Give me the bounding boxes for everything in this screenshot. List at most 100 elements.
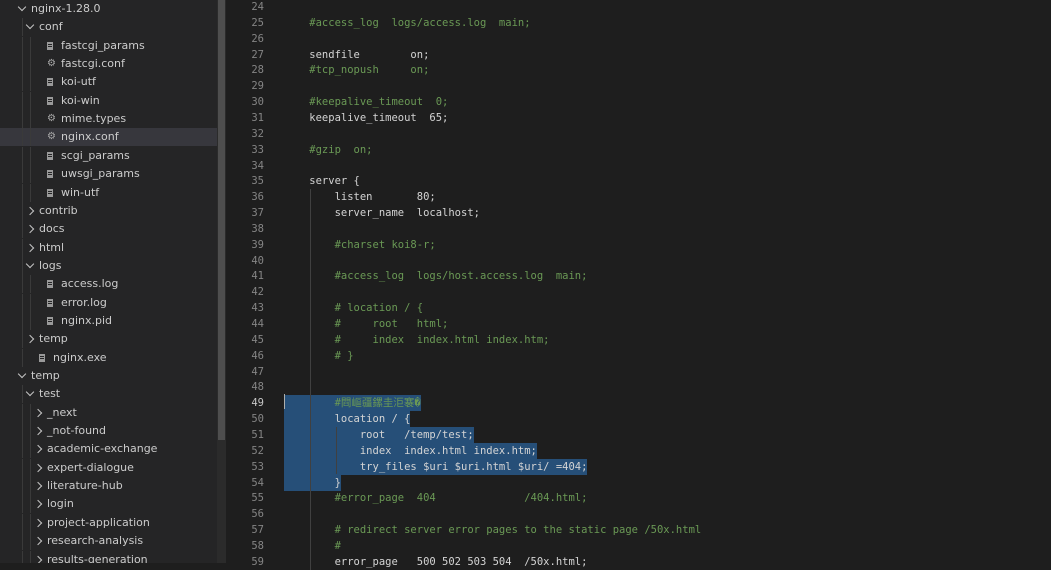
chevron-right-icon[interactable] xyxy=(25,335,35,344)
gear-icon: ⚙ xyxy=(47,131,56,143)
code-line[interactable]: #error_page 404 /404.html; xyxy=(284,490,588,506)
explorer-file[interactable]: ⚙ nginx.conf xyxy=(0,128,217,147)
explorer-file[interactable]: win-utf xyxy=(0,183,217,202)
code-line[interactable]: # redirect server error pages to the sta… xyxy=(284,522,702,538)
code-line[interactable]: #access_log logs/host.access.log main; xyxy=(284,268,588,284)
indent-guide xyxy=(30,91,31,110)
explorer-folder[interactable]: _not-found xyxy=(0,422,217,441)
indent-guide xyxy=(30,73,31,92)
code-line[interactable]: #access_log logs/access.log main; xyxy=(284,15,530,31)
line-number: 55 xyxy=(251,492,264,505)
chevron-right-icon[interactable] xyxy=(33,426,43,436)
chevron-right-icon[interactable] xyxy=(25,224,35,234)
chevron-right-icon[interactable] xyxy=(33,500,43,509)
line-number: 27 xyxy=(251,48,264,61)
indent-guide xyxy=(30,477,31,496)
explorer-folder[interactable]: login xyxy=(0,495,217,514)
explorer-file[interactable]: ⚙ fastcgi.conf xyxy=(0,55,217,74)
line-number-gutter: 24 25 26 27 28 29 30 31 32 33 34 35 36 37 38 39 40 41 42 43… xyxy=(234,0,264,568)
explorer-scrollbar-thumb[interactable] xyxy=(218,0,225,440)
code-line[interactable]: # xyxy=(284,538,341,554)
explorer-folder[interactable]: temp xyxy=(0,367,217,385)
explorer-file[interactable]: uwsgi_params xyxy=(0,165,217,184)
explorer-file[interactable]: access.log xyxy=(0,275,217,294)
line-number: 52 xyxy=(251,444,264,457)
explorer-folder[interactable]: contrib xyxy=(0,201,217,220)
selected-code-line[interactable]: #閰嶇疆鏍圭洰褰� xyxy=(284,395,421,412)
explorer-folder[interactable]: literature-hub xyxy=(0,477,217,496)
chevron-down-icon[interactable] xyxy=(25,388,35,397)
selected-code-line[interactable]: root /temp/test; xyxy=(284,426,474,443)
code-line[interactable]: # index index.html index.htm; xyxy=(284,332,550,348)
chevron-down-icon[interactable] xyxy=(17,2,27,12)
selected-code-line[interactable]: location / { xyxy=(284,411,411,428)
explorer-file[interactable]: koi-win xyxy=(0,91,217,110)
code-line[interactable]: sendfile on; xyxy=(284,47,429,63)
indent-guide xyxy=(22,550,23,563)
chevron-right-icon[interactable] xyxy=(33,536,43,546)
explorer-folder[interactable]: docs xyxy=(0,220,217,239)
indent-guide xyxy=(22,275,23,294)
code-line[interactable]: server { xyxy=(284,173,360,189)
explorer-folder[interactable]: academic-exchange xyxy=(0,440,217,459)
code-line[interactable]: keepalive_timeout 65; xyxy=(284,110,448,126)
code-line[interactable]: #gzip on; xyxy=(284,142,372,158)
code-line[interactable]: listen 80; xyxy=(284,189,436,205)
code-line[interactable]: #charset koi8-r; xyxy=(284,237,436,253)
chevron-down-icon[interactable] xyxy=(25,21,35,30)
line-number: 43 xyxy=(251,302,264,315)
chevron-right-icon[interactable] xyxy=(33,463,43,472)
code-line[interactable]: error_page 500 502 503 504 /50x.html; xyxy=(284,554,588,570)
indent-guide xyxy=(30,183,31,202)
explorer-file[interactable]: error.log xyxy=(0,293,217,312)
code-line[interactable]: # } xyxy=(284,348,354,364)
explorer-folder[interactable]: html xyxy=(0,238,217,257)
explorer-item-label: temp xyxy=(31,369,60,382)
explorer-file[interactable]: nginx.exe xyxy=(0,348,217,367)
indent-guide xyxy=(30,36,31,55)
chevron-right-icon[interactable] xyxy=(33,555,43,563)
code-line[interactable]: # root html; xyxy=(284,316,449,332)
chevron-right-icon[interactable] xyxy=(33,518,43,528)
chevron-down-icon[interactable] xyxy=(25,259,35,269)
explorer-file[interactable]: ⚙ mime.types xyxy=(0,110,217,129)
chevron-right-icon[interactable] xyxy=(25,206,35,216)
explorer-file[interactable]: scgi_params xyxy=(0,146,217,165)
selected-code-line[interactable]: index index.html index.htm; xyxy=(284,442,537,459)
selected-code-line[interactable]: try_files $uri $uri.html $uri/ =404; xyxy=(284,458,588,475)
code-line[interactable]: # location / { xyxy=(284,300,424,316)
code-line[interactable]: #tcp_nopush on; xyxy=(284,62,429,78)
explorer-folder[interactable]: _next xyxy=(0,403,217,422)
explorer-folder[interactable]: test xyxy=(0,385,217,404)
selected-code-line[interactable]: } xyxy=(284,474,341,491)
explorer-folder[interactable]: temp xyxy=(0,330,217,349)
code-editor[interactable]: #access_log logs/access.log main; sendfi… xyxy=(284,0,1051,570)
explorer-folder[interactable]: research-analysis xyxy=(0,532,217,551)
line-number: 34 xyxy=(251,159,264,172)
explorer-folder[interactable]: project-application xyxy=(0,513,217,532)
chevron-right-icon[interactable] xyxy=(33,481,43,491)
line-number: 48 xyxy=(251,381,264,394)
explorer-file[interactable]: nginx.pid xyxy=(0,311,217,330)
chevron-right-icon[interactable] xyxy=(25,243,35,252)
indent-guide xyxy=(22,403,23,422)
explorer-folder[interactable]: conf xyxy=(0,18,217,37)
explorer-folder[interactable]: expert-dialogue xyxy=(0,458,217,477)
explorer-file[interactable]: koi-utf xyxy=(0,73,217,92)
chevron-right-icon[interactable] xyxy=(33,408,43,417)
chevron-down-icon[interactable] xyxy=(17,369,27,379)
explorer-folder[interactable]: results-generation xyxy=(0,550,217,563)
file-lines-icon xyxy=(47,298,53,307)
indent-guide xyxy=(22,201,23,220)
explorer-scrollbar[interactable] xyxy=(217,0,226,563)
chevron-right-icon[interactable] xyxy=(33,445,43,454)
explorer-folder[interactable]: logs xyxy=(0,256,217,275)
code-line[interactable]: #keepalive_timeout 0; xyxy=(284,94,448,110)
code-line[interactable]: server_name localhost; xyxy=(284,205,480,221)
line-number: 41 xyxy=(251,270,264,283)
indent-guide xyxy=(335,426,337,475)
line-number: 26 xyxy=(251,32,264,45)
line-number: 24 xyxy=(251,1,264,13)
explorer-folder[interactable]: nginx-1.28.0 xyxy=(0,0,217,18)
explorer-file[interactable]: fastcgi_params xyxy=(0,36,217,55)
